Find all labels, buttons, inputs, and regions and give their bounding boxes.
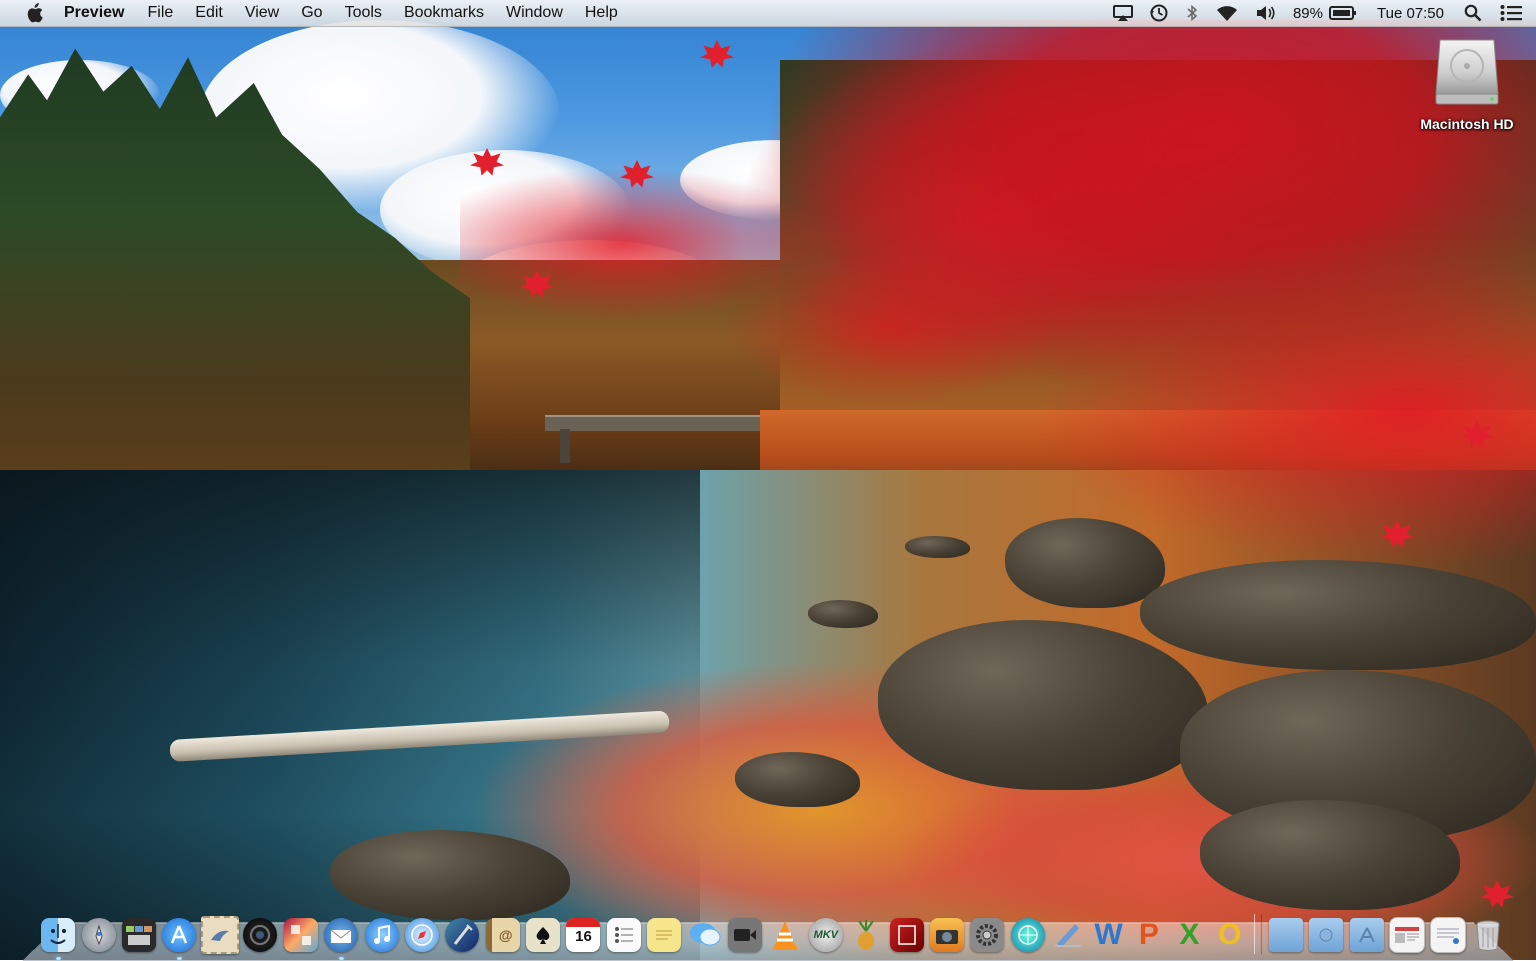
launchpad-dock-icon[interactable] (80, 916, 118, 954)
pen-tool-dock-icon[interactable] (1049, 916, 1087, 954)
messages-dock-icon[interactable] (686, 916, 724, 954)
system-preferences-dock-icon[interactable] (968, 916, 1006, 954)
wallpaper-rock (808, 600, 878, 628)
applications-folder-dock-icon[interactable] (1267, 916, 1305, 954)
mkv-tool-dock-icon[interactable]: MKV (807, 916, 845, 954)
app-store-dock-icon[interactable] (160, 916, 198, 960)
fruit-app-dock-icon[interactable] (847, 916, 885, 954)
address-book-dock-icon[interactable]: @ (484, 916, 522, 954)
spotlight-search-icon[interactable] (1456, 0, 1490, 26)
notification-center-icon[interactable] (1490, 0, 1536, 26)
trash-dock-icon[interactable] (1469, 916, 1507, 954)
menu-view[interactable]: View (234, 4, 290, 22)
web-preview-dock-icon[interactable] (1388, 916, 1426, 954)
wallpaper-bridge-leg (560, 429, 570, 463)
wallpaper-bridge (545, 415, 795, 431)
menu-edit[interactable]: Edit (184, 4, 234, 22)
powerpoint-dock-icon[interactable]: P (1130, 916, 1168, 954)
macintosh-hd-label: Macintosh HD (1420, 116, 1514, 132)
excel-dock-icon[interactable]: X (1170, 916, 1208, 954)
volume-icon[interactable] (1247, 0, 1285, 26)
notes-dock-icon[interactable] (645, 916, 683, 954)
airplay-icon[interactable] (1105, 0, 1141, 26)
calendar-day: 16 (575, 928, 592, 945)
menu-bar-clock[interactable]: Tue 07:50 (1365, 0, 1456, 26)
menu-bar-status-area: 89% Tue 07:50 (1105, 0, 1536, 26)
solitaire-dock-icon[interactable] (524, 916, 562, 954)
menu-file[interactable]: File (136, 4, 184, 22)
menu-window[interactable]: Window (495, 4, 574, 22)
outlook-dock-icon[interactable]: O (1211, 916, 1249, 954)
thunderbird-dock-icon[interactable] (322, 916, 360, 960)
mission-control-dock-icon[interactable] (120, 916, 158, 954)
menu-help[interactable]: Help (574, 4, 629, 22)
menu-bookmarks[interactable]: Bookmarks (393, 4, 495, 22)
apple-menu-icon[interactable] (24, 3, 44, 23)
xcode-dock-icon[interactable] (443, 916, 481, 954)
itunes-dock-icon[interactable] (363, 916, 401, 954)
dock-separator (1253, 914, 1262, 954)
network-utility-dock-icon[interactable] (1009, 916, 1047, 954)
macintosh-hd-desktop-icon[interactable]: Macintosh HD (1405, 36, 1529, 132)
mkv-label: MKV (808, 918, 843, 952)
wifi-icon[interactable] (1207, 0, 1247, 26)
battery-icon[interactable] (1327, 0, 1365, 26)
video-capture-dock-icon[interactable] (726, 916, 764, 954)
reminders-dock-icon[interactable] (605, 916, 643, 954)
facetime-dock-icon[interactable] (241, 916, 279, 954)
menu-go[interactable]: Go (290, 4, 333, 22)
app-menu-preview[interactable]: Preview (64, 4, 136, 22)
desktop-wallpaper (0, 0, 1536, 960)
safari-dock-icon[interactable] (403, 916, 441, 954)
photo-booth-dock-icon[interactable] (282, 916, 320, 954)
word-dock-icon[interactable]: W (1090, 916, 1128, 954)
mail-preview-dock-icon[interactable] (1429, 916, 1467, 954)
battery-percent[interactable]: 89% (1285, 0, 1327, 26)
hard-drive-icon (1434, 36, 1500, 106)
menu-tools[interactable]: Tools (334, 4, 393, 22)
mail-stamp-dock-icon[interactable] (200, 916, 239, 954)
dock: @ 16 MKV W P X O (38, 910, 1508, 960)
calendar-dock-icon[interactable]: 16 (565, 916, 603, 954)
finder-dock-icon[interactable] (39, 916, 77, 960)
documents-folder-dock-icon[interactable] (1308, 916, 1346, 954)
iphoto-dock-icon[interactable] (928, 916, 966, 954)
wallpaper-rock (905, 536, 970, 558)
time-machine-icon[interactable] (1141, 0, 1177, 26)
menu-bar: Preview File Edit View Go Tools Bookmark… (0, 0, 1536, 27)
bluetooth-icon[interactable] (1177, 0, 1207, 26)
vlc-dock-icon[interactable] (767, 916, 805, 954)
downloads-folder-dock-icon[interactable] (1348, 916, 1386, 954)
photo-browser-dock-icon[interactable] (888, 916, 926, 954)
